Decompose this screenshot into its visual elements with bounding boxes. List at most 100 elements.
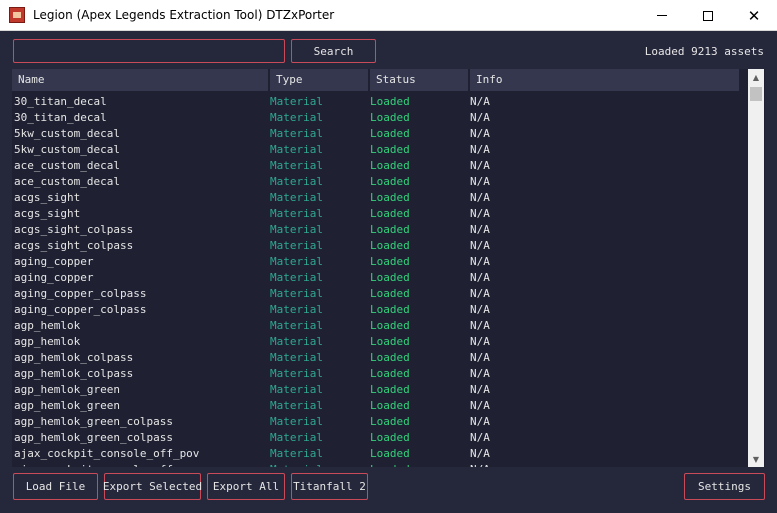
- asset-info-cell: N/A: [470, 95, 490, 108]
- asset-type-cell: Material: [270, 191, 323, 204]
- scrollbar-thumb[interactable]: [750, 87, 762, 101]
- close-button[interactable]: ✕: [731, 0, 777, 31]
- asset-name-cell: ajax_cockpit_console_off: [12, 462, 270, 467]
- title-bar: Legion (Apex Legends Extraction Tool) DT…: [0, 0, 777, 31]
- close-icon: ✕: [747, 6, 761, 25]
- asset-info-cell: N/A: [470, 111, 490, 124]
- asset-status-cell: Loaded: [370, 399, 410, 412]
- asset-name-cell: ace_custom_decal: [14, 159, 120, 172]
- asset-type-cell: Material: [270, 207, 323, 220]
- asset-name-cell: acgs_sight_colpass: [14, 223, 134, 236]
- asset-info-cell: N/A: [470, 399, 490, 412]
- asset-name-cell: acgs_sight_colpass: [14, 239, 134, 252]
- table-row[interactable]: acgs_sight_colpass Material Loaded N/A: [12, 238, 741, 254]
- asset-info-cell: N/A: [470, 271, 490, 284]
- minimize-button[interactable]: [639, 0, 685, 31]
- asset-info-cell: N/A: [470, 127, 490, 140]
- settings-button[interactable]: Settings: [684, 473, 765, 500]
- table-row[interactable]: ace_custom_decal Material Loaded N/A: [12, 158, 741, 174]
- asset-status-cell: Loaded: [370, 127, 410, 140]
- asset-status-cell: Loaded: [370, 303, 410, 316]
- asset-status-cell: Loaded: [370, 255, 410, 268]
- table-row[interactable]: ajax_cockpit_console_off_pov Material Load…: [12, 446, 741, 462]
- scroll-down-icon[interactable]: ▼: [748, 451, 764, 467]
- asset-type-cell: Material: [270, 462, 370, 467]
- asset-info-cell: N/A: [470, 191, 490, 204]
- table-row[interactable]: acgs_sight_colpass Material Loaded N/A: [12, 222, 741, 238]
- asset-type-cell: Material: [270, 383, 323, 396]
- asset-info-cell: N/A: [470, 303, 490, 316]
- asset-type-cell: Material: [270, 399, 323, 412]
- asset-info-cell: N/A: [470, 462, 741, 467]
- column-header-name[interactable]: Name: [12, 69, 270, 91]
- asset-type-cell: Material: [270, 367, 323, 380]
- table-row[interactable]: agp_hemlok Material Loaded N/A: [12, 318, 741, 334]
- column-header-status[interactable]: Status: [370, 69, 470, 91]
- asset-name-cell: 5kw_custom_decal: [14, 143, 120, 156]
- asset-status-cell: Loaded: [370, 175, 410, 188]
- table-row[interactable]: agp_hemlok_colpass Material Loaded N/A: [12, 366, 741, 382]
- game-select-button[interactable]: Titanfall 2: [291, 473, 368, 500]
- search-input[interactable]: [13, 39, 285, 63]
- asset-status-cell: Loaded: [370, 159, 410, 172]
- load-file-button[interactable]: Load File: [13, 473, 98, 500]
- export-all-button[interactable]: Export All: [207, 473, 285, 500]
- asset-type-cell: Material: [270, 335, 323, 348]
- table-row[interactable]: agp_hemlok Material Loaded N/A: [12, 334, 741, 350]
- table-row[interactable]: agp_hemlok_green_colpass Material Loaded N/…: [12, 414, 741, 430]
- asset-status-cell: Loaded: [370, 111, 410, 124]
- asset-info-cell: N/A: [470, 207, 490, 220]
- asset-type-cell: Material: [270, 143, 323, 156]
- asset-status-cell: Loaded: [370, 207, 410, 220]
- table-row[interactable]: acgs_sight Material Loaded N/A: [12, 190, 741, 206]
- column-header-info[interactable]: Info: [470, 69, 739, 91]
- table-row[interactable]: agp_hemlok_green Material Loaded N/A: [12, 398, 741, 414]
- table-row[interactable]: 5kw_custom_decal Material Loaded N/A: [12, 126, 741, 142]
- table-row[interactable]: 5kw_custom_decal Material Loaded N/A: [12, 142, 741, 158]
- asset-status-cell: Loaded: [370, 271, 410, 284]
- asset-count-label: Loaded 9213 assets: [644, 45, 764, 58]
- asset-name-cell: aging_copper_colpass: [14, 303, 147, 316]
- asset-name-cell: acgs_sight: [14, 207, 81, 220]
- asset-status-cell: Loaded: [370, 143, 410, 156]
- table-row[interactable]: aging_copper_colpass Material Loaded N/A: [12, 286, 741, 302]
- table-row[interactable]: 30_titan_decal Material Loaded N/A: [12, 110, 741, 126]
- asset-type-cell: Material: [270, 159, 323, 172]
- table-row[interactable]: agp_hemlok_colpass Material Loaded N/A: [12, 350, 741, 366]
- export-selected-button[interactable]: Export Selected: [103, 473, 202, 500]
- asset-name-cell: acgs_sight: [14, 191, 81, 204]
- table-row[interactable]: aging_copper_colpass Material Loaded N/A: [12, 302, 741, 318]
- asset-info-cell: N/A: [470, 335, 490, 348]
- app-icon: [9, 7, 25, 23]
- asset-name-cell: agp_hemlok_green: [14, 399, 120, 412]
- search-button[interactable]: Search: [291, 39, 376, 63]
- asset-type-cell: Material: [270, 447, 323, 460]
- asset-name-cell: agp_hemlok: [14, 319, 81, 332]
- asset-type-cell: Material: [270, 95, 323, 108]
- asset-name-cell: agp_hemlok_green: [14, 383, 120, 396]
- asset-name-cell: 5kw_custom_decal: [14, 127, 120, 140]
- asset-name-cell: agp_hemlok: [14, 335, 81, 348]
- asset-name-cell: aging_copper: [14, 255, 94, 268]
- asset-status-cell: Loaded: [370, 191, 410, 204]
- maximize-icon: [703, 10, 713, 21]
- asset-type-cell: Material: [270, 127, 323, 140]
- table-row[interactable]: agp_hemlok_green_colpass Material Loaded N/…: [12, 430, 741, 446]
- asset-type-cell: Material: [270, 223, 323, 236]
- table-row[interactable]: ace_custom_decal Material Loaded N/A: [12, 174, 741, 190]
- maximize-button[interactable]: [685, 0, 731, 31]
- table-row[interactable]: agp_hemlok_green Material Loaded N/A: [12, 382, 741, 398]
- asset-info-cell: N/A: [470, 175, 490, 188]
- asset-name-cell: agp_hemlok_green_colpass: [14, 415, 173, 428]
- table-row[interactable]: aging_copper Material Loaded N/A: [12, 270, 741, 286]
- vertical-scrollbar[interactable]: ▲ ▼: [748, 69, 764, 467]
- asset-type-cell: Material: [270, 287, 323, 300]
- column-header-type[interactable]: Type: [270, 69, 370, 91]
- scroll-up-icon[interactable]: ▲: [748, 69, 764, 85]
- table-row[interactable]: 30_titan_decal Material Loaded N/A: [12, 94, 741, 110]
- asset-info-cell: N/A: [470, 239, 490, 252]
- table-row[interactable]: ajax_cockpit_console_offMaterialLoadedN/…: [12, 462, 741, 467]
- table-row[interactable]: acgs_sight Material Loaded N/A: [12, 206, 741, 222]
- asset-status-cell: Loaded: [370, 351, 410, 364]
- table-row[interactable]: aging_copper Material Loaded N/A: [12, 254, 741, 270]
